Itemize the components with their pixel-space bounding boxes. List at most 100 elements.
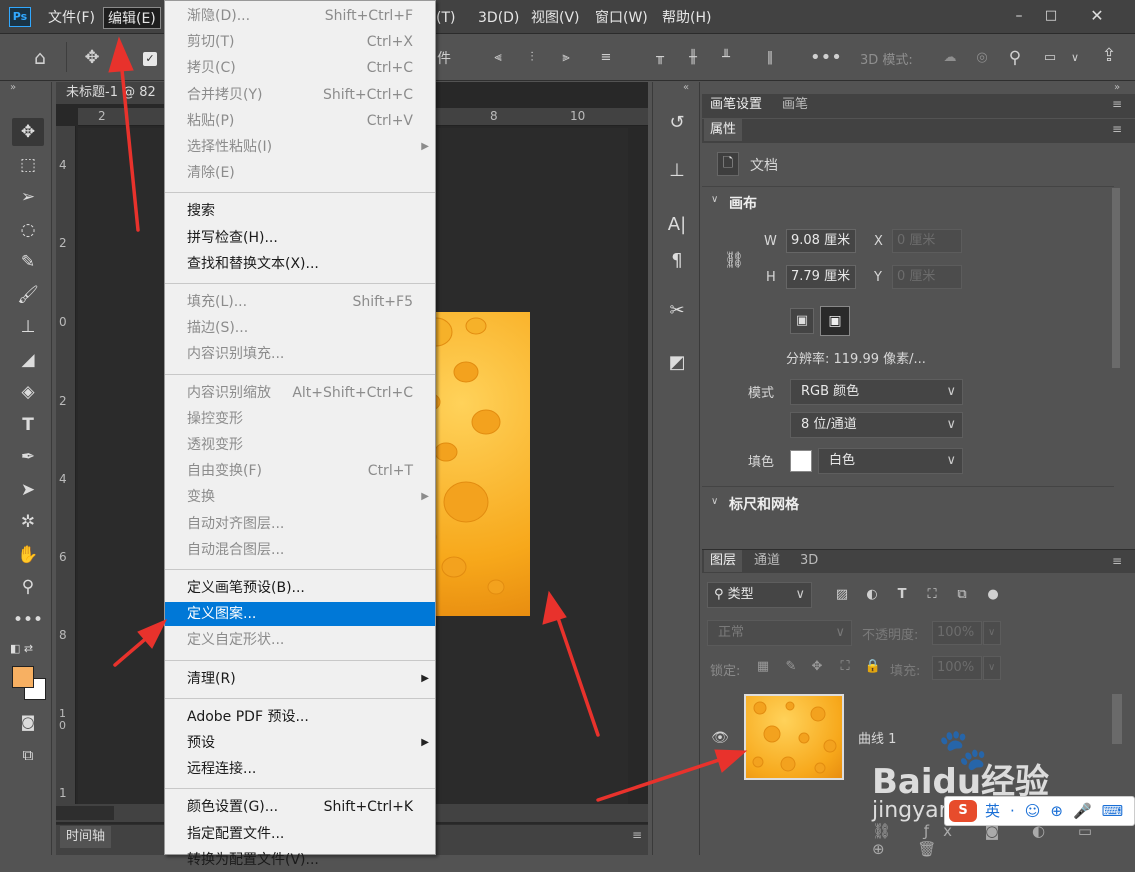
menu-file[interactable]: 文件(F) — [48, 0, 95, 34]
menu-item[interactable]: 转换为配置文件(V)... — [165, 848, 435, 872]
menu-help[interactable]: 帮助(H) — [662, 0, 711, 34]
ime-icons[interactable]: 英·☺⊕🎤⌨ — [985, 800, 1133, 821]
clone-source-icon[interactable]: ⊥ — [659, 154, 695, 188]
color-mode-select[interactable]: RGB 颜色 ∨ — [790, 379, 963, 405]
portrait-orientation-icon[interactable]: ▣ — [790, 308, 814, 334]
distribute-middle-icon[interactable]: ╫ — [683, 46, 703, 70]
marquee-tool[interactable]: ⬚ — [12, 151, 44, 179]
eyedropper-tool[interactable]: ✎ — [12, 248, 44, 276]
menu-view[interactable]: 视图(V) — [531, 0, 580, 34]
character-icon[interactable]: A| — [659, 208, 695, 242]
lock-move-icon[interactable]: ✥ — [808, 655, 826, 679]
paragraph-icon[interactable]: ¶ — [659, 244, 695, 278]
width-field[interactable]: 9.08 厘米 — [786, 229, 856, 253]
fill-opacity-dropdown[interactable]: ∨ — [983, 656, 1001, 680]
menu-item[interactable]: 粘贴(P) Ctrl+V — [165, 109, 435, 133]
link-icon[interactable]: ⛓ — [724, 250, 744, 269]
opacity-field[interactable]: 100% — [932, 621, 982, 645]
distribute-top-icon[interactable]: ╥ — [650, 46, 670, 70]
menu-item[interactable]: 拼写检查(H)... — [165, 226, 435, 250]
y-field[interactable]: 0 厘米 — [892, 265, 962, 289]
panel-menu-icon[interactable]: ≡ — [632, 828, 642, 842]
menu-item[interactable]: 填充(L)... Shift+F5 — [165, 290, 435, 314]
filter-adjustment-icon[interactable]: ◐ — [862, 583, 882, 607]
menu-item[interactable]: 预设 ▶ — [165, 731, 435, 755]
history-icon[interactable]: ↺ — [659, 106, 695, 140]
eraser-tool[interactable]: ◢ — [12, 346, 44, 374]
layers-scrollbar[interactable] — [1112, 694, 1122, 744]
tab-3d[interactable]: 3D — [794, 550, 824, 572]
menu-3d[interactable]: 3D(D) — [478, 0, 519, 34]
menu-item[interactable]: 自动混合图层... — [165, 538, 435, 562]
align-right-icon[interactable]: ⫸ — [556, 46, 576, 70]
3d-orbit-icon[interactable]: ☁ — [938, 46, 962, 70]
distribute-h-icon[interactable]: ‖ — [760, 46, 780, 70]
filter-type-icon[interactable]: T — [892, 583, 912, 607]
landscape-orientation-icon[interactable]: ▣ — [820, 306, 850, 336]
menu-item[interactable]: 内容识别填充... — [165, 342, 435, 366]
hand-tool[interactable]: ✋ — [12, 541, 44, 569]
chevron-down-icon[interactable]: ∨ — [1068, 46, 1082, 70]
close-button[interactable]: ✕ — [1085, 6, 1109, 26]
rulers-section-chevron-icon[interactable]: ∨ — [711, 496, 718, 507]
lock-paint-icon[interactable]: ✎ — [782, 655, 800, 679]
more-tools-icon[interactable]: ••• — [12, 606, 44, 634]
menu-item[interactable]: 自动对齐图层... — [165, 512, 435, 536]
layer-thumbnail[interactable] — [744, 694, 844, 780]
filter-pixel-icon[interactable]: ▨ — [832, 583, 852, 607]
height-field[interactable]: 7.79 厘米 — [786, 265, 856, 289]
layer-name[interactable]: 曲线 1 — [858, 728, 896, 747]
panel-menu-icon[interactable]: ≡ — [1112, 122, 1122, 136]
bucket-tool[interactable]: ◈ — [12, 378, 44, 406]
properties-scrollbar[interactable] — [1112, 188, 1120, 368]
menu-item[interactable]: 描边(S)... — [165, 316, 435, 340]
menu-item[interactable]: 合并拷贝(Y) Shift+Ctrl+C — [165, 83, 435, 107]
path-select-tool[interactable]: ➤ — [12, 476, 44, 504]
zoom-tool[interactable]: ⚲ — [12, 573, 44, 601]
fill-opacity-field[interactable]: 100% — [932, 656, 982, 680]
menu-item[interactable]: 远程连接... — [165, 757, 435, 781]
lock-all-icon[interactable]: 🔒 — [864, 655, 882, 679]
panel-collapse-icon[interactable]: « — [683, 82, 689, 93]
tab-channels[interactable]: 通道 — [748, 550, 786, 572]
align-left-icon[interactable]: ⫷ — [488, 46, 508, 70]
fill-select[interactable]: 白色 ∨ — [818, 448, 963, 474]
menu-item[interactable]: 定义图案... — [165, 602, 435, 627]
menu-item[interactable]: 内容识别缩放 Alt+Shift+Ctrl+C — [165, 381, 435, 405]
lock-artboard-icon[interactable]: ⛶ — [836, 655, 854, 679]
share-icon[interactable]: ⇪ — [1096, 44, 1122, 68]
filter-toggle-icon[interactable]: ● — [986, 583, 1000, 607]
canvas-section-chevron-icon[interactable]: ∨ — [711, 194, 718, 205]
tab-layers[interactable]: 图层 — [704, 550, 743, 572]
panel-collapse-icon[interactable]: » — [1114, 82, 1120, 93]
artboard-icon[interactable]: ◩ — [659, 346, 695, 380]
menu-item[interactable]: 指定配置文件... — [165, 822, 435, 846]
menu-item[interactable]: 渐隐(D)... Shift+Ctrl+F — [165, 4, 435, 28]
tab-properties[interactable]: 属性 — [704, 119, 743, 141]
menu-item[interactable]: 剪切(T) Ctrl+X — [165, 30, 435, 54]
menu-item[interactable]: 清理(R) ▶ — [165, 667, 435, 691]
filter-shape-icon[interactable]: ⛶ — [922, 583, 942, 607]
menu-window[interactable]: 窗口(W) — [595, 0, 648, 34]
home-icon[interactable]: ⌂ — [27, 46, 53, 70]
more-options-icon[interactable]: ••• — [810, 46, 842, 70]
menu-filter[interactable]: (T) — [436, 0, 455, 34]
quick-select-tool[interactable]: ◌ — [12, 216, 44, 244]
menu-item[interactable]: 定义画笔预设(B)... — [165, 576, 435, 600]
move-tool-icon[interactable]: ✥ — [80, 46, 104, 70]
filter-smart-icon[interactable]: ⧉ — [952, 583, 972, 607]
move-tool[interactable]: ✥ — [12, 118, 44, 146]
workspace-icon[interactable]: ▭ — [1038, 46, 1062, 70]
timeline-tab[interactable]: 时间轴 — [60, 826, 112, 848]
lasso-tool[interactable]: ➢ — [12, 183, 44, 211]
menu-edit[interactable]: 编辑(E) — [103, 7, 161, 29]
distribute-bottom-icon[interactable]: ╨ — [716, 46, 736, 70]
lock-transparent-icon[interactable]: ▦ — [754, 655, 772, 679]
opacity-dropdown[interactable]: ∨ — [983, 621, 1001, 645]
menu-item[interactable]: 颜色设置(G)... Shift+Ctrl+K — [165, 795, 435, 819]
bit-depth-select[interactable]: 8 位/通道 ∨ — [790, 412, 963, 438]
screen-mode-icon[interactable]: ⧉ — [12, 741, 44, 769]
minimize-button[interactable]: – — [1008, 8, 1030, 26]
align-top-icon[interactable]: ≡ — [596, 46, 616, 70]
menu-item[interactable]: 透视变形 — [165, 433, 435, 457]
